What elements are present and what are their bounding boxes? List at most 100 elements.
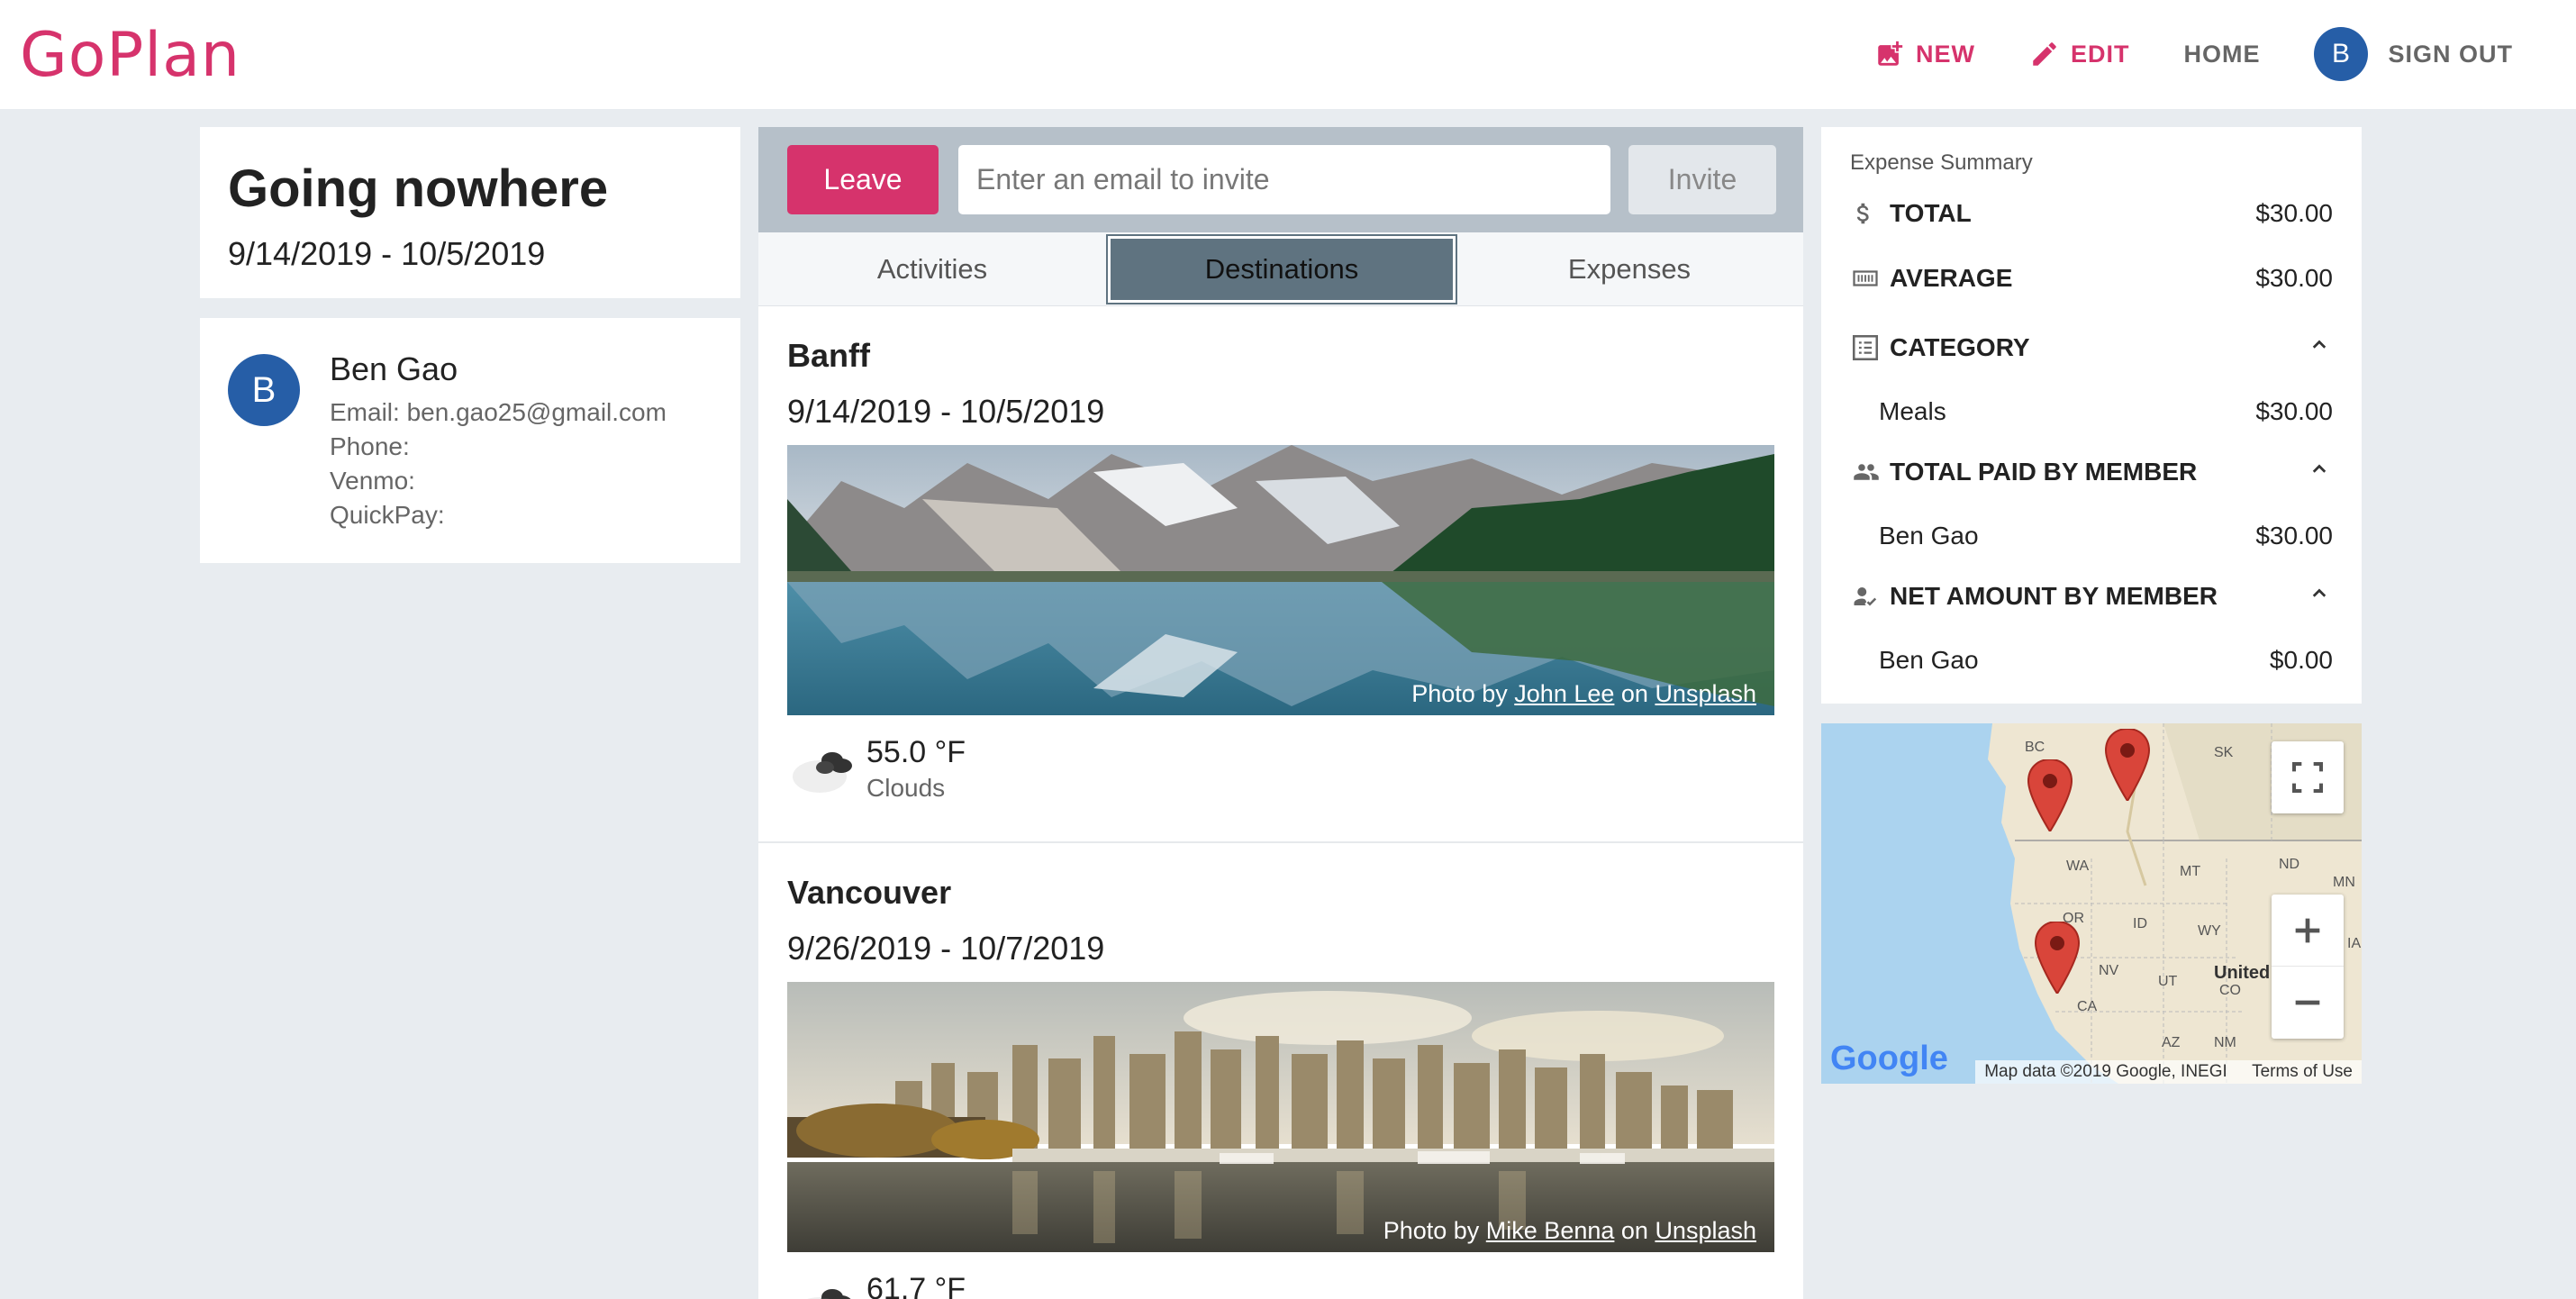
map-label: WY <box>2198 923 2221 939</box>
map-label: BC <box>2025 740 2045 755</box>
destination-photo: Photo by Mike Benna on Unsplash <box>787 982 1774 1252</box>
net-by-member-label: NET AMOUNT BY MEMBER <box>1890 581 2218 610</box>
google-logo-text: Google <box>1830 1040 1948 1077</box>
edit-label: EDIT <box>2070 40 2130 68</box>
credit-site-link[interactable]: Unsplash <box>1655 680 1756 707</box>
google-logo[interactable]: Google <box>1830 1040 1948 1078</box>
tab-expenses[interactable]: Expenses <box>1456 236 1803 303</box>
app-logo[interactable]: GoPlan <box>20 20 240 91</box>
expense-summary-heading: Expense Summary <box>1850 150 2033 175</box>
paid-by-member-row[interactable]: TOTAL PAID BY MEMBER <box>1850 455 2333 488</box>
trip-title: Going nowhere <box>228 159 609 218</box>
map-pin-icon[interactable] <box>2104 729 2151 801</box>
fullscreen-icon <box>2292 762 2323 793</box>
map-label: MN <box>2333 875 2355 890</box>
member-venmo: Venmo: <box>330 467 415 495</box>
map-data-text: Map data ©2019 Google, INEGI <box>1984 1062 2227 1081</box>
category-row[interactable]: CATEGORY <box>1850 331 2333 364</box>
map-label: UT <box>2158 974 2178 989</box>
tab-destinations[interactable]: Destinations <box>1106 234 1457 304</box>
member-card: B Ben Gao Email: ben.gao25@gmail.com Pho… <box>200 318 740 563</box>
weather-text: 61.7 °F <box>866 1272 966 1299</box>
map-label: CO <box>2219 983 2241 998</box>
home-button[interactable]: HOME <box>2183 41 2260 68</box>
signout-label: SIGN OUT <box>2388 40 2513 68</box>
photo-credit: Photo by Mike Benna on Unsplash <box>1383 1217 1756 1245</box>
weather: 55.0 °F Clouds <box>787 735 1774 803</box>
clouds-icon <box>787 1272 866 1299</box>
map[interactable]: BC SK WA MT ND MN OR ID WY NV UT CO CA A… <box>1821 723 2362 1084</box>
member-name: Ben Gao <box>330 350 458 387</box>
map-label: NM <box>2214 1035 2236 1050</box>
map-pin-icon[interactable] <box>2027 759 2073 831</box>
average-label: AVERAGE <box>1890 264 2013 292</box>
chevron-up-icon[interactable] <box>2306 455 2333 488</box>
zoom-in-button[interactable] <box>2272 895 2344 967</box>
invite-button[interactable]: Invite <box>1628 145 1776 214</box>
invite-email-input[interactable] <box>958 145 1610 214</box>
credit-author-link[interactable]: Mike Benna <box>1486 1217 1615 1244</box>
weather-text: 55.0 °F Clouds <box>866 735 966 803</box>
expense-summary-card: Expense Summary TOTAL $30.00 AVERAGE $30… <box>1821 127 2362 704</box>
category-label: CATEGORY <box>1890 332 2030 361</box>
member-info: Ben Gao Email: ben.gao25@gmail.com Phone… <box>330 350 667 532</box>
credit-mid: on <box>1614 680 1655 707</box>
destination-name: Vancouver <box>787 874 952 911</box>
map-label: MT <box>2180 864 2201 879</box>
people-icon <box>1850 459 1890 486</box>
chevron-up-icon[interactable] <box>2306 579 2333 613</box>
credit-prefix: Photo by <box>1383 1217 1486 1244</box>
list-icon <box>1850 332 1890 363</box>
map-label: WA <box>2066 858 2090 874</box>
new-button[interactable]: NEW <box>1874 39 1975 69</box>
signout-button[interactable]: B SIGN OUT <box>2314 27 2513 81</box>
credit-author-link[interactable]: John Lee <box>1514 680 1614 707</box>
temperature: 55.0 °F <box>866 735 966 769</box>
add-photo-icon <box>1878 41 1903 66</box>
net-member-name: Ben Gao <box>1879 646 1979 674</box>
weather: 61.7 °F <box>787 1272 1774 1299</box>
tab-activities[interactable]: Activities <box>758 236 1106 303</box>
lake-mountain-photo <box>787 445 1774 715</box>
city-skyline-photo <box>787 982 1774 1252</box>
invite-bar: Leave Invite <box>758 127 1803 232</box>
chevron-up-icon[interactable] <box>2306 331 2333 364</box>
paid-by-member-label: TOTAL PAID BY MEMBER <box>1890 457 2198 486</box>
map-label: AZ <box>2162 1035 2181 1050</box>
avatar[interactable]: B <box>2314 27 2369 81</box>
destination-name: Banff <box>787 337 870 374</box>
zoom-out-button[interactable] <box>2272 967 2344 1039</box>
paid-by-member-item: Ben Gao $30.00 <box>1879 522 2333 550</box>
fullscreen-button[interactable] <box>2272 741 2344 813</box>
map-country-label: United <box>2214 963 2271 983</box>
trip-card: Going nowhere 9/14/2019 - 10/5/2019 <box>200 127 740 298</box>
person-check-icon <box>1850 583 1890 610</box>
map-pin-icon[interactable] <box>2034 922 2081 994</box>
zoom-control <box>2272 895 2344 1039</box>
total-row: TOTAL $30.00 <box>1850 197 2333 230</box>
member-email: Email: ben.gao25@gmail.com <box>330 398 667 426</box>
leave-button[interactable]: Leave <box>787 145 939 214</box>
destination-item: Banff 9/14/2019 - 10/5/2019 Photo by Joh… <box>758 337 1803 803</box>
destinations-panel: Banff 9/14/2019 - 10/5/2019 Photo by Joh… <box>758 306 1803 1299</box>
top-bar: GoPlan NEW EDIT HOME B SIGN OUT <box>0 0 2576 109</box>
member-phone: Phone: <box>330 432 410 460</box>
map-label: CA <box>2077 999 2098 1014</box>
map-label: IA <box>2347 936 2362 951</box>
edit-button[interactable]: EDIT <box>2029 39 2130 69</box>
home-label: HOME <box>2183 40 2261 68</box>
member-avatar: B <box>228 354 300 426</box>
average-icon <box>1850 265 1890 292</box>
clouds-icon <box>787 735 866 798</box>
net-by-member-row[interactable]: NET AMOUNT BY MEMBER <box>1850 579 2333 613</box>
dollar-icon <box>1850 197 1890 230</box>
map-label: ID <box>2133 916 2147 931</box>
credit-site-link[interactable]: Unsplash <box>1655 1217 1756 1244</box>
terms-link[interactable]: Terms of Use <box>2252 1062 2353 1081</box>
plus-icon <box>2295 918 2320 942</box>
destination-item: Vancouver 9/26/2019 - 10/7/2019 Photo by… <box>758 874 1803 1299</box>
divider <box>758 841 1803 843</box>
member-quickpay: QuickPay: <box>330 501 445 529</box>
net-member-value: $0.00 <box>2269 646 2333 674</box>
minus-icon <box>2295 1000 2320 1005</box>
